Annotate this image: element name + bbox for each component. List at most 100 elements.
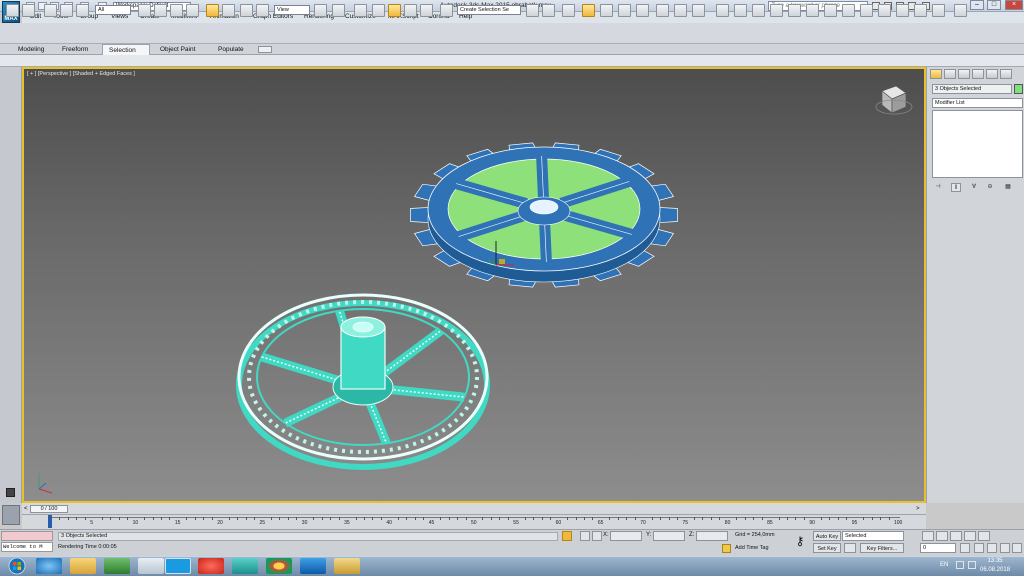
play-icon[interactable]: [950, 531, 962, 541]
set-key-button[interactable]: Set Key: [813, 543, 841, 553]
notepad-icon[interactable]: [138, 558, 164, 574]
utilities-tab-icon[interactable]: [1000, 69, 1012, 79]
maxscript-listener-output[interactable]: [1, 531, 53, 541]
make-unique-icon[interactable]: ∀: [969, 183, 979, 192]
time-slider-thumb[interactable]: 0 / 100: [30, 505, 68, 513]
frame-buffer-icon[interactable]: [824, 4, 837, 17]
modifier-stack[interactable]: [932, 110, 1023, 178]
slider-prev-icon[interactable]: <: [24, 506, 28, 512]
link-icon[interactable]: [44, 4, 57, 17]
scene-explorer-icon[interactable]: [582, 4, 595, 17]
perspective-viewport[interactable]: [ + ] [Perspective ] [Shaded + Edged Fac…: [22, 67, 926, 503]
keyboard-shortcut-icon[interactable]: [354, 4, 367, 17]
layer-manager-icon[interactable]: [562, 4, 575, 17]
auto-key-button[interactable]: Auto Key: [813, 531, 841, 541]
set-keys-icon[interactable]: [844, 543, 856, 553]
file-explorer-icon[interactable]: [70, 558, 96, 574]
tray-volume-icon[interactable]: [968, 561, 976, 569]
current-frame-marker[interactable]: [48, 515, 52, 528]
select-scale-icon[interactable]: [240, 4, 253, 17]
maximize-button[interactable]: □: [987, 0, 1001, 10]
viewcube-icon[interactable]: [875, 85, 913, 115]
configure-modifier-sets-icon[interactable]: ▦: [1003, 183, 1013, 192]
selection-filter-dropdown[interactable]: All: [95, 5, 131, 15]
gear-mesh-blue[interactable]: [410, 142, 678, 288]
proxy-icon[interactable]: [896, 4, 909, 17]
lock-selection-icon[interactable]: [562, 531, 572, 541]
curve-editor-icon[interactable]: [618, 4, 631, 17]
place-icon[interactable]: [256, 4, 269, 17]
slider-next-icon[interactable]: >: [916, 506, 920, 512]
remove-modifier-icon[interactable]: ⊖: [985, 183, 995, 192]
maxscript-listener-input[interactable]: Welcome to M: [1, 542, 53, 552]
mirror-icon[interactable]: [526, 4, 539, 17]
schematic-view-icon[interactable]: [636, 4, 649, 17]
selection-region-icon[interactable]: [170, 4, 183, 17]
z-coord-input[interactable]: [696, 531, 728, 541]
time-configuration-icon[interactable]: [960, 543, 970, 553]
adobe-reader-icon[interactable]: [198, 558, 224, 574]
add-time-tag-button[interactable]: Add Time Tag: [735, 545, 769, 551]
go-to-end-icon[interactable]: [978, 531, 990, 541]
pan-icon[interactable]: [987, 543, 997, 553]
close-button[interactable]: ×: [1005, 0, 1023, 10]
image-icon[interactable]: [914, 4, 927, 17]
next-frame-icon[interactable]: [964, 531, 976, 541]
skype-icon[interactable]: [165, 558, 191, 574]
set-key-mode-icon[interactable]: ⚷: [792, 533, 808, 549]
wheel-mesh-cyan[interactable]: [236, 293, 490, 470]
absolute-mode-icon[interactable]: [592, 531, 602, 541]
tab-object-paint[interactable]: Object Paint: [154, 44, 201, 55]
x-coord-input[interactable]: [610, 531, 642, 541]
app-window-icon[interactable]: [300, 558, 326, 574]
select-by-name-icon[interactable]: [154, 4, 167, 17]
show-end-result-icon[interactable]: ‖: [951, 183, 961, 192]
media-player-icon[interactable]: [104, 558, 130, 574]
pivot-center-icon[interactable]: [314, 4, 327, 17]
material-library-icon[interactable]: [842, 4, 855, 17]
unlink-icon[interactable]: [60, 4, 73, 17]
tab-freeform[interactable]: Freeform: [56, 44, 94, 55]
spinner-snap-icon[interactable]: [420, 4, 433, 17]
tray-network-icon[interactable]: [956, 561, 964, 569]
zoom-icon[interactable]: [974, 543, 984, 553]
go-to-start-icon[interactable]: [922, 531, 934, 541]
key-selection-dropdown[interactable]: Selected: [842, 531, 904, 541]
mini-curve-editor-icon[interactable]: [2, 505, 20, 525]
language-indicator[interactable]: EN: [940, 562, 948, 568]
gear-icon[interactable]: [734, 4, 747, 17]
interactive-render-icon[interactable]: [806, 4, 819, 17]
rendered-frame-window-icon[interactable]: [692, 4, 705, 17]
grid-icon[interactable]: [878, 4, 891, 17]
tab-populate[interactable]: Populate: [212, 44, 250, 55]
time-tag-icon[interactable]: [722, 544, 731, 553]
pin-stack-icon[interactable]: ⊣: [933, 183, 943, 192]
align-icon[interactable]: [542, 4, 555, 17]
3ds-max-taskbar-icon[interactable]: [232, 558, 258, 574]
select-rotate-icon[interactable]: [222, 4, 235, 17]
percent-snap-icon[interactable]: [404, 4, 417, 17]
chrome-icon[interactable]: [266, 558, 292, 574]
ribbon-toggle-icon[interactable]: [600, 4, 613, 17]
render-setup-icon[interactable]: [674, 4, 687, 17]
snaps-toggle-icon[interactable]: [372, 4, 385, 17]
create-tab-icon[interactable]: [930, 69, 942, 79]
display-tab-icon[interactable]: [986, 69, 998, 79]
time-slider[interactable]: [22, 503, 926, 515]
orbit-icon[interactable]: [1000, 543, 1010, 553]
ribbon-options-icon[interactable]: [258, 46, 272, 53]
light-mix-icon[interactable]: [932, 4, 945, 17]
angle-snap-icon[interactable]: [388, 4, 401, 17]
taskbar-clock[interactable]: 13:35 06.08.2018: [980, 557, 1010, 575]
internet-explorer-icon[interactable]: [36, 558, 62, 574]
motion-tab-icon[interactable]: [972, 69, 984, 79]
previous-frame-icon[interactable]: [936, 531, 948, 541]
bind-space-warp-icon[interactable]: [76, 4, 89, 17]
minimize-button[interactable]: –: [970, 0, 984, 10]
maximize-viewport-icon[interactable]: [1012, 543, 1022, 553]
select-move-icon[interactable]: [206, 4, 219, 17]
teapot-render-icon[interactable]: [770, 4, 783, 17]
render-icon[interactable]: [752, 4, 765, 17]
material-editor-icon[interactable]: [656, 4, 669, 17]
light-bulb-icon[interactable]: [716, 4, 729, 17]
